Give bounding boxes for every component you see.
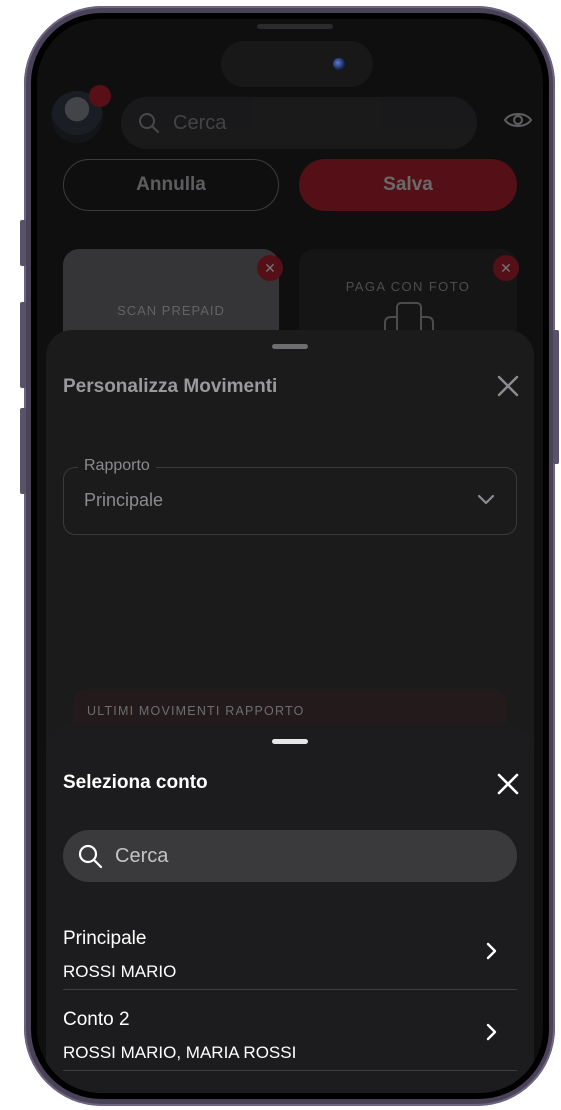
notification-badge: [89, 85, 111, 107]
account-search-bar[interactable]: [63, 830, 517, 882]
volume-up-button: [20, 302, 26, 388]
front-camera: [333, 58, 345, 70]
close-icon: [497, 375, 519, 397]
close-icon[interactable]: [494, 770, 522, 798]
search-icon: [139, 113, 159, 133]
chevron-down-icon: [477, 494, 495, 505]
account-name: Conto 2: [63, 1009, 130, 1030]
search-icon: [78, 844, 103, 869]
rapporto-label: Rapporto: [78, 457, 156, 475]
sheet-handle: [272, 344, 308, 349]
chevron-right-icon: [486, 1023, 497, 1041]
account-item-principale[interactable]: Principale ROSSI MARIO: [63, 910, 517, 990]
sheet-handle[interactable]: [272, 739, 308, 744]
phone-bezel: Cerca Annulla Salva SCAN PREPAID ✕ PAGA …: [31, 13, 549, 1099]
eye-icon: [503, 113, 533, 127]
recent-movements-label: ULTIMI MOVIMENTI RAPPORTO: [87, 704, 305, 718]
mute-switch: [20, 220, 26, 266]
chevron-right-icon: [486, 942, 497, 960]
account-search-input[interactable]: [115, 844, 485, 868]
background-search-placeholder: Cerca: [173, 111, 227, 134]
seleziona-conto-sheet: Seleziona conto Principale ROSSI MARIO: [46, 725, 534, 1093]
card-close-icon: ✕: [257, 255, 283, 281]
power-button: [553, 330, 559, 464]
sheet-title: Seleziona conto: [63, 772, 208, 793]
card-close-icon: ✕: [493, 255, 519, 281]
save-button: Salva: [299, 159, 517, 211]
account-holders: ROSSI MARIO, MARIA ROSSI: [63, 1043, 297, 1062]
account-name: Principale: [63, 928, 147, 949]
rapporto-value: Principale: [84, 490, 164, 510]
background-search-bar: Cerca: [121, 97, 477, 149]
dynamic-island: [221, 41, 373, 87]
account-item-conto-2[interactable]: Conto 2 ROSSI MARIO, MARIA ROSSI: [63, 991, 517, 1071]
rapporto-select: Rapporto Principale: [63, 457, 517, 535]
cancel-button: Annulla: [63, 159, 279, 211]
account-holders: ROSSI MARIO: [63, 962, 177, 981]
earpiece: [257, 24, 333, 29]
sheet-title: Personalizza Movimenti: [63, 376, 278, 397]
volume-down-button: [20, 408, 26, 494]
screen: Cerca Annulla Salva SCAN PREPAID ✕ PAGA …: [37, 19, 543, 1093]
